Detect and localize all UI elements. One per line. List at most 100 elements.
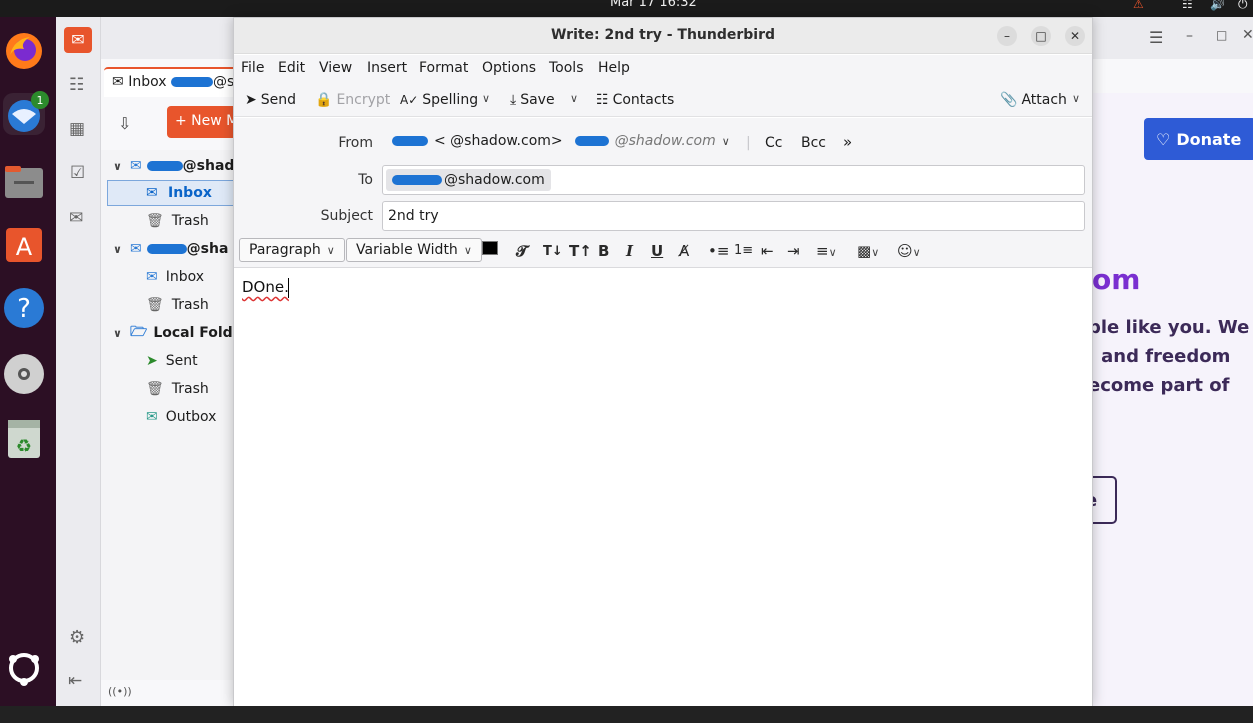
- spelling-button[interactable]: A✓ Spelling: [400, 92, 478, 108]
- paragraph-format-select[interactable]: Paragraph ∨: [239, 238, 345, 262]
- new-message-button[interactable]: + New M: [167, 106, 237, 138]
- calendar-icon[interactable]: ▦: [69, 119, 85, 139]
- redaction: [392, 136, 428, 146]
- account-2[interactable]: ∨ ✉ @sha: [113, 236, 228, 262]
- folder-inbox[interactable]: ✉ Inbox: [146, 264, 204, 290]
- text-color-swatch[interactable]: [482, 241, 498, 255]
- contacts-button[interactable]: ☷ Contacts: [596, 92, 674, 108]
- files-icon[interactable]: [3, 161, 45, 203]
- redaction: [170, 77, 213, 87]
- show-apps-icon[interactable]: [3, 647, 45, 689]
- get-messages-icon[interactable]: ⇩: [118, 114, 131, 133]
- app-menu-icon[interactable]: ☰: [1149, 28, 1163, 47]
- attach-button[interactable]: 📎 Attach: [1000, 92, 1067, 108]
- encrypt-button[interactable]: 🔒 Encrypt: [315, 92, 390, 108]
- outbox-icon: ✉: [146, 409, 158, 425]
- attach-dropdown[interactable]: ∨: [1072, 92, 1080, 105]
- folder-inbox-selected[interactable]: ✉ Inbox: [107, 180, 247, 206]
- menu-edit[interactable]: Edit: [278, 60, 305, 76]
- menu-tools[interactable]: Tools: [549, 60, 584, 76]
- mail-space-icon[interactable]: ✉: [64, 27, 92, 53]
- folder-outbox[interactable]: ✉ Outbox: [146, 404, 216, 430]
- help-icon[interactable]: ?: [3, 287, 45, 329]
- page-heading: om: [1092, 263, 1141, 296]
- heart-icon: ♡: [1156, 129, 1171, 149]
- larger-font-icon[interactable]: T↑: [569, 242, 592, 260]
- maximize-icon[interactable]: □: [1216, 28, 1227, 42]
- cc-button[interactable]: Cc: [765, 135, 782, 151]
- tasks-icon[interactable]: ☑: [70, 163, 85, 183]
- volume-icon[interactable]: 🔊: [1210, 0, 1225, 11]
- folder-trash[interactable]: 🗑 Trash: [146, 376, 209, 402]
- menu-file[interactable]: File: [241, 60, 264, 76]
- menu-options[interactable]: Options: [482, 60, 536, 76]
- firefox-icon[interactable]: [3, 30, 45, 72]
- folder-sent[interactable]: ➤ Sent: [146, 348, 198, 374]
- app-center-icon[interactable]: A: [3, 223, 45, 265]
- more-headers-icon[interactable]: »: [843, 133, 852, 151]
- menu-view[interactable]: View: [319, 60, 352, 76]
- font-select[interactable]: Variable Width ∨: [346, 238, 482, 262]
- send-button[interactable]: ➤ Send: [245, 92, 296, 108]
- donate-button[interactable]: ♡ Donate: [1144, 118, 1253, 160]
- underline-icon[interactable]: U: [651, 242, 663, 260]
- close-button[interactable]: ✕: [1065, 26, 1085, 46]
- align-icon[interactable]: ≡∨: [816, 242, 837, 260]
- chevron-down-icon: ∨: [463, 243, 472, 257]
- lock-icon: 🔒: [315, 92, 333, 108]
- emoji-icon[interactable]: ☺∨: [897, 242, 921, 260]
- maximize-button[interactable]: □: [1031, 26, 1051, 46]
- svg-text:♻: ♻: [16, 436, 32, 457]
- inbox-tab-icon: ✉: [112, 74, 124, 90]
- close-icon[interactable]: ✕: [1242, 27, 1253, 43]
- save-button[interactable]: ⤓ Save: [510, 92, 555, 108]
- page-secondary-button[interactable]: e: [1092, 476, 1117, 524]
- bold-icon[interactable]: B: [598, 242, 609, 260]
- network-icon[interactable]: ☷: [1182, 0, 1193, 11]
- compose-titlebar[interactable]: Write: 2nd try - Thunderbird – □ ✕: [234, 18, 1092, 54]
- local-folders[interactable]: ∨ 🗁 Local Folde: [113, 320, 242, 346]
- unread-badge: 1: [31, 91, 49, 109]
- recipient-pill[interactable]: @shadow.com: [386, 169, 551, 191]
- clock[interactable]: Mar 17 16:32: [610, 0, 697, 10]
- collapse-spaces-icon[interactable]: ⇤: [68, 671, 82, 691]
- menu-help[interactable]: Help: [598, 60, 630, 76]
- message-body-editor[interactable]: DOne.: [234, 269, 1092, 707]
- send-icon: ➤: [245, 92, 257, 108]
- minimize-icon[interactable]: –: [1186, 28, 1193, 44]
- from-identity-select[interactable]: < @shadow.com> @shadow.com ∨: [392, 133, 730, 149]
- smaller-font-icon[interactable]: T↓: [543, 244, 563, 259]
- insert-image-icon[interactable]: ▩∨: [857, 242, 879, 260]
- indent-icon[interactable]: ⇥: [787, 242, 800, 260]
- account-icon: ✉: [129, 158, 142, 174]
- thunderbird-icon[interactable]: 1: [3, 91, 49, 135]
- from-label: From: [338, 135, 373, 151]
- menu-insert[interactable]: Insert: [367, 60, 407, 76]
- subject-field[interactable]: 2nd try: [382, 201, 1085, 231]
- reset-font-size-icon[interactable]: 𝓣: [516, 242, 528, 260]
- numbered-list-icon[interactable]: 1≡: [734, 243, 753, 258]
- italic-icon[interactable]: I: [626, 242, 633, 260]
- svg-text:A: A: [16, 233, 33, 261]
- spaces-toolbar: ✉ ☷ ▦ ☑ ✉ ⚙ ⇤: [56, 17, 101, 706]
- folder-trash[interactable]: 🗑 Trash: [146, 208, 209, 234]
- to-field[interactable]: @shadow.com: [382, 165, 1085, 195]
- account-1[interactable]: ∨ ✉ @shad: [113, 153, 234, 179]
- disc-icon[interactable]: [3, 353, 45, 395]
- address-book-icon[interactable]: ☷: [69, 75, 84, 95]
- spelling-dropdown[interactable]: ∨: [482, 92, 490, 105]
- outdent-icon[interactable]: ⇤: [761, 242, 774, 260]
- minimize-button[interactable]: –: [997, 26, 1017, 46]
- save-dropdown[interactable]: ∨: [570, 92, 578, 105]
- chat-icon[interactable]: ✉: [69, 208, 83, 228]
- bcc-button[interactable]: Bcc: [801, 135, 826, 151]
- settings-icon[interactable]: ⚙: [69, 627, 85, 648]
- tab-inbox[interactable]: ✉ Inbox @s: [104, 67, 254, 97]
- bulleted-list-icon[interactable]: •≡: [708, 242, 729, 260]
- power-icon[interactable]: ⏻: [1238, 0, 1248, 12]
- alert-icon[interactable]: ⚠: [1133, 0, 1144, 11]
- menu-format[interactable]: Format: [419, 60, 468, 76]
- trash-icon[interactable]: ♻: [3, 417, 45, 459]
- folder-trash[interactable]: 🗑 Trash: [146, 292, 209, 318]
- remove-formatting-icon[interactable]: A̸: [679, 242, 689, 260]
